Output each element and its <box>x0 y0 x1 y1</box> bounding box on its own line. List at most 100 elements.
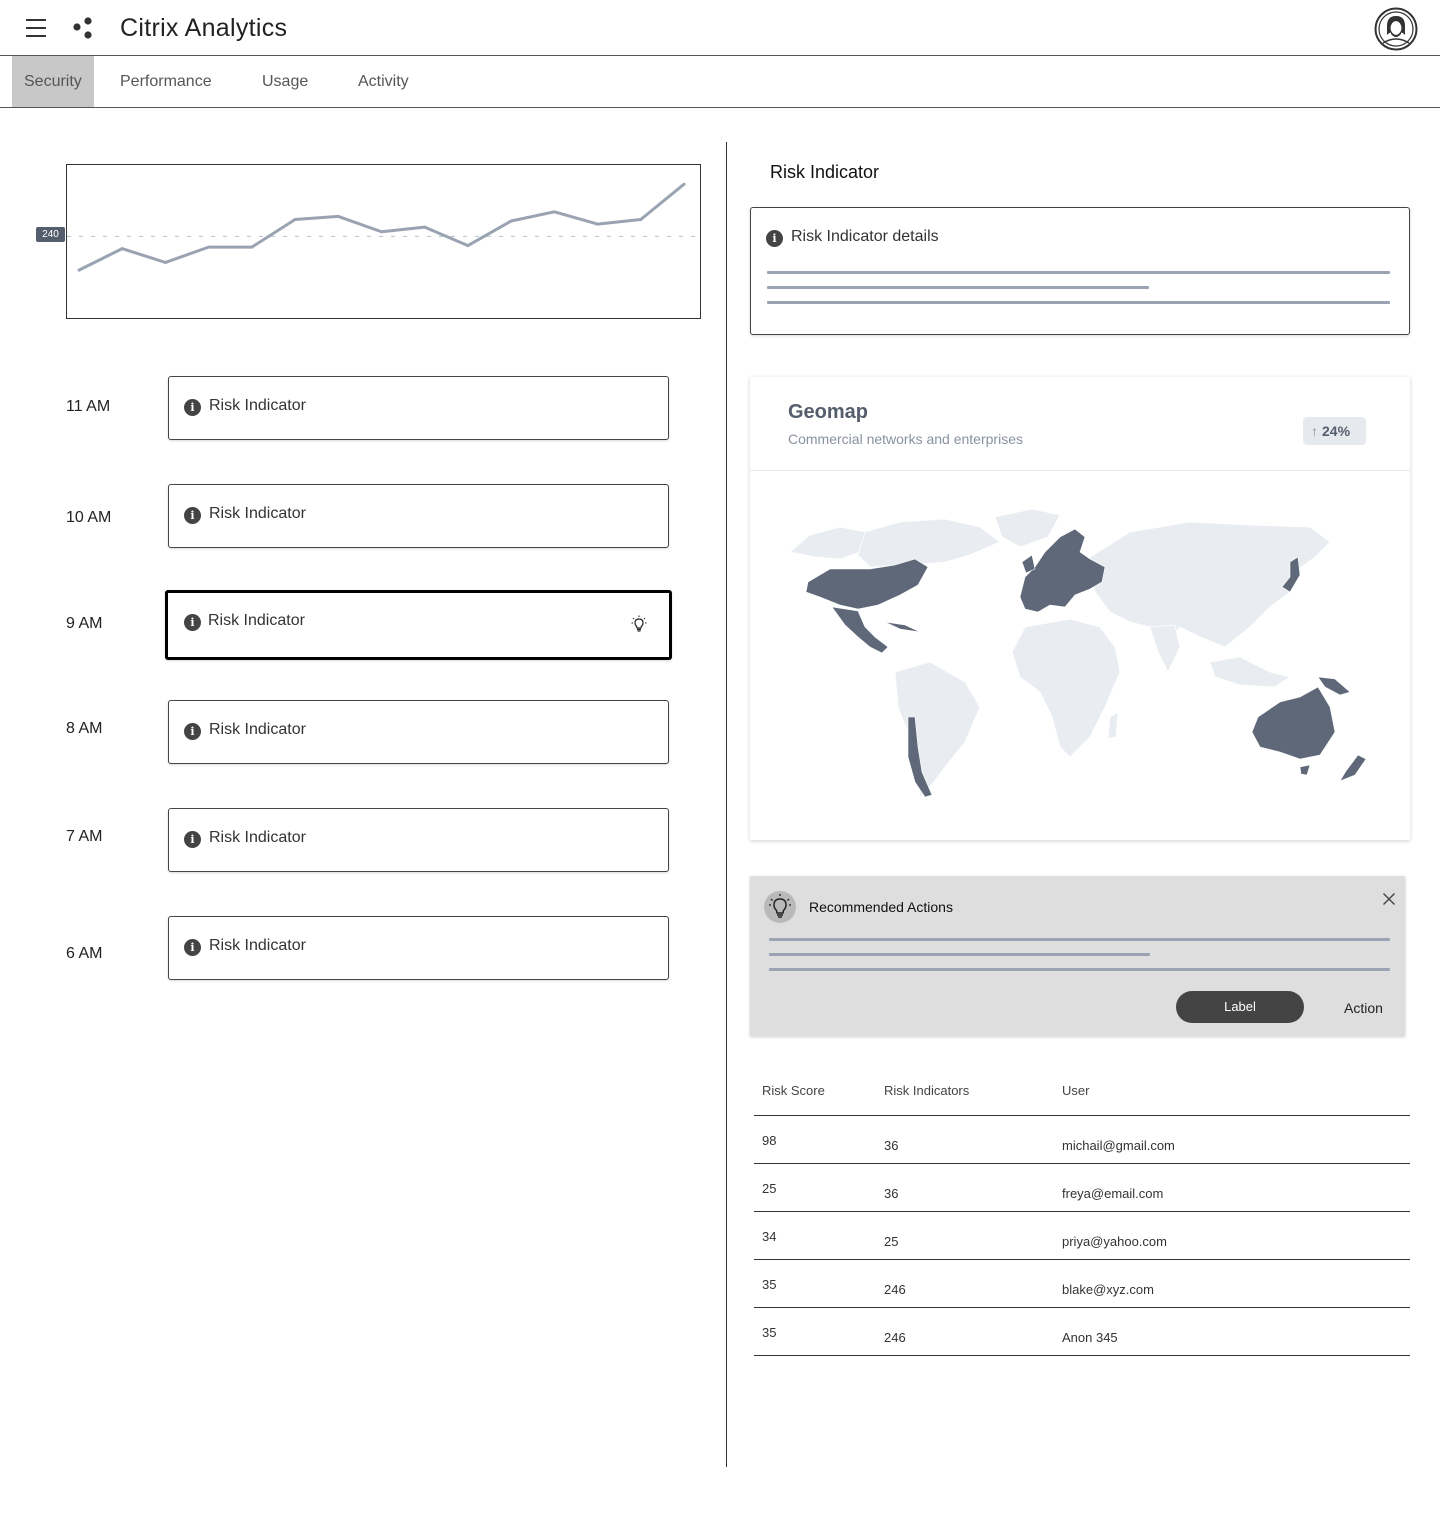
placeholder-line <box>769 953 1150 956</box>
column-header-risk-indicators[interactable]: Risk Indicators <box>884 1083 969 1098</box>
trend-point <box>163 260 167 264</box>
info-icon: i <box>184 614 201 631</box>
risk-indicator-card[interactable]: i Risk Indicator <box>168 808 669 872</box>
user-cell: freya@email.com <box>1062 1186 1164 1201</box>
placeholder-line <box>769 968 1390 971</box>
change-value: 24% <box>1322 423 1351 439</box>
risk-indicator-label: Risk Indicator <box>209 721 306 738</box>
trend-point <box>423 225 427 229</box>
map-region-tasmania <box>1299 764 1311 776</box>
info-icon: i <box>184 399 201 416</box>
risk-indicator-card[interactable]: i Risk Indicator <box>168 376 669 440</box>
world-map <box>789 508 1367 798</box>
table-row[interactable]: 34 25 priya@yahoo.com <box>754 1212 1410 1260</box>
map-region-australia <box>1251 686 1336 760</box>
trend-point <box>77 268 81 272</box>
trend-point <box>336 214 340 218</box>
placeholder-line <box>767 271 1390 274</box>
map-region-alaska <box>789 526 866 560</box>
app-title: Citrix Analytics <box>120 14 288 42</box>
risk-score-cell: 25 <box>762 1181 777 1196</box>
trend-point <box>509 219 513 223</box>
trend-point <box>250 245 254 249</box>
section-tabs: Security Performance Usage Activity <box>0 56 1440 108</box>
info-icon: i <box>184 939 201 956</box>
lightbulb-icon[interactable] <box>631 615 647 633</box>
risk-score-cell: 34 <box>762 1229 777 1244</box>
risk-indicator-label: Risk Indicator <box>208 612 305 629</box>
map-region-caribbean <box>884 621 921 633</box>
action-button[interactable]: Action <box>1344 1000 1383 1016</box>
recommended-actions-title: Recommended Actions <box>809 899 953 915</box>
timeline-time: 10 AM <box>66 509 112 526</box>
trend-series-line <box>78 183 685 272</box>
info-icon: i <box>766 230 783 247</box>
table-row[interactable]: 25 36 freya@email.com <box>754 1164 1410 1212</box>
placeholder-line <box>769 938 1390 941</box>
table-row[interactable]: 35 246 Anon 345 <box>754 1308 1410 1356</box>
info-icon: i <box>184 723 201 740</box>
hamburger-menu-icon[interactable] <box>26 19 46 37</box>
timeline-time: 9 AM <box>66 615 103 632</box>
risk-indicator-card[interactable]: i Risk Indicator <box>168 916 669 980</box>
details-card-label: Risk Indicator details <box>791 228 939 245</box>
risk-indicator-label: Risk Indicator <box>209 937 306 954</box>
column-header-risk-score[interactable]: Risk Score <box>762 1083 825 1098</box>
table-row[interactable]: 98 36 michail@gmail.com <box>754 1116 1410 1164</box>
risk-score-cell: 35 <box>762 1277 777 1292</box>
map-region-new-zealand <box>1339 754 1367 782</box>
risk-trend-plot <box>67 182 702 272</box>
trend-point <box>639 217 643 221</box>
map-region-papua-new-guinea <box>1317 676 1351 696</box>
risk-indicators-cell: 36 <box>884 1138 899 1153</box>
map-region-madagascar <box>1107 711 1119 740</box>
tab-activity[interactable]: Activity <box>346 56 421 107</box>
lightbulb-icon <box>764 891 796 923</box>
risk-indicator-label: Risk Indicator <box>209 505 306 522</box>
trend-point <box>207 245 211 249</box>
column-header-user[interactable]: User <box>1062 1083 1089 1098</box>
geomap-card: Geomap Commercial networks and enterpris… <box>750 377 1410 840</box>
map-region-greenland <box>994 508 1061 548</box>
label-button[interactable]: Label <box>1176 991 1304 1023</box>
placeholder-line <box>767 301 1390 304</box>
risk-indicators-cell: 246 <box>884 1330 906 1345</box>
table-row[interactable]: 35 246 blake@xyz.com <box>754 1260 1410 1308</box>
user-cell: michail@gmail.com <box>1062 1138 1175 1153</box>
trend-point <box>596 222 600 226</box>
reference-value-badge: 240 <box>36 227 65 242</box>
info-icon: i <box>184 507 201 524</box>
trend-point <box>380 230 383 234</box>
risk-indicator-card[interactable]: i Risk Indicator <box>168 484 669 548</box>
trend-point <box>682 182 686 186</box>
risk-indicator-card[interactable]: i Risk Indicator <box>168 700 669 764</box>
risk-indicator-label: Risk Indicator <box>209 829 306 846</box>
user-cell: blake@xyz.com <box>1062 1282 1154 1297</box>
map-region-united-states <box>805 558 929 610</box>
timeline-time: 6 AM <box>66 945 103 962</box>
risk-indicators-cell: 246 <box>884 1282 906 1297</box>
risk-indicator-label: Risk Indicator <box>209 397 306 414</box>
geomap-subtitle: Commercial networks and enterprises <box>788 431 1023 447</box>
user-avatar-icon[interactable] <box>1374 7 1418 51</box>
trend-point <box>552 210 556 214</box>
tab-security[interactable]: Security <box>12 56 94 107</box>
risk-indicator-card[interactable]: i Risk Indicator <box>165 590 672 660</box>
trend-point <box>293 217 297 221</box>
risk-indicators-cell: 36 <box>884 1186 899 1201</box>
user-cell: Anon 345 <box>1062 1330 1118 1345</box>
timeline-time: 11 AM <box>66 398 111 415</box>
top-app-bar: Citrix Analytics <box>0 0 1440 56</box>
map-region-canada <box>857 518 1001 568</box>
close-icon[interactable] <box>1382 892 1396 906</box>
panel-divider <box>726 142 727 1467</box>
geomap-header: Geomap Commercial networks and enterpris… <box>750 377 1410 471</box>
change-badge: ↑ 24% <box>1303 417 1366 445</box>
map-region-africa <box>1011 618 1121 758</box>
tab-performance[interactable]: Performance <box>108 56 224 107</box>
risk-trend-chart <box>66 164 702 319</box>
arrow-up-icon: ↑ <box>1311 423 1318 439</box>
tab-usage[interactable]: Usage <box>250 56 320 107</box>
risk-indicator-details-card: i Risk Indicator details <box>750 207 1410 335</box>
citrix-logo-icon <box>73 17 92 39</box>
